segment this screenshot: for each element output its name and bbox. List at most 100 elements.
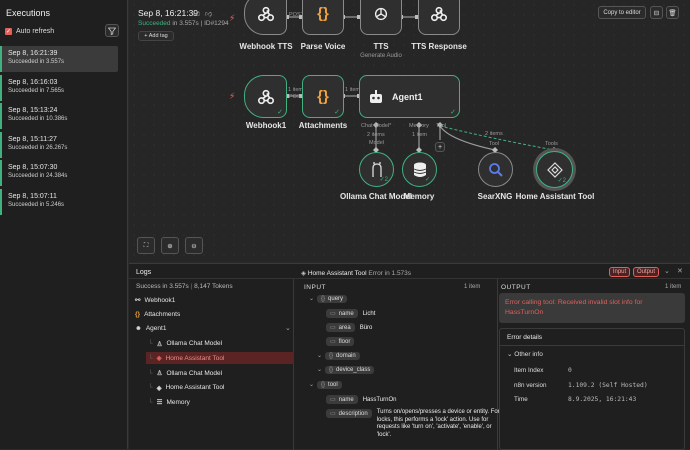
workflow-canvas[interactable]: Sep 8, 16:21:39 👍︎ 👎︎ Succeeded in 3.557… (129, 0, 690, 262)
json-value: Licht (362, 311, 376, 317)
logs-summary: Success in 3.557s | 8,147 Tokens (136, 283, 233, 290)
node-parse-voice[interactable]: {} (302, 0, 344, 35)
node-memory[interactable]: ✓ (402, 152, 437, 187)
json-key: description (338, 411, 368, 417)
home-assistant-icon: ◈ (156, 384, 162, 392)
json-key: query (328, 296, 344, 302)
trigger-bolt-icon: ⚡︎ (229, 13, 236, 23)
json-node[interactable]: ⌄ {} tool (309, 381, 342, 389)
log-entry[interactable]: ☻ Agent1 (135, 325, 166, 332)
node-tts[interactable] (360, 0, 402, 35)
json-node[interactable]: ▭ description Turns on/opens/presses a dev… (326, 409, 505, 439)
json-node[interactable]: ⌄ {} device_class (317, 366, 375, 374)
json-node[interactable]: ▭ name Licht (326, 309, 375, 318)
chevron-down-icon[interactable]: ⌄ (285, 324, 291, 332)
label-home-assistant-tool: Home Assistant Tool (515, 192, 595, 201)
error-details-divider (500, 345, 684, 346)
webhook-icon (257, 6, 274, 21)
log-entry[interactable]: {} Attachments (135, 311, 180, 318)
output-toggle-button[interactable]: Output (633, 267, 659, 277)
edge-tools-label: Tools (545, 141, 558, 147)
label-searxng: SearXNG (477, 192, 513, 201)
json-node[interactable]: ▭ floor (326, 337, 355, 346)
success-check-icon: ✓ (450, 109, 456, 116)
log-entry[interactable]: └ ◈ Home Assistant Tool (146, 352, 294, 365)
execution-item[interactable]: Sep 8, 15:13:24 Succeeded in 10.386s (0, 103, 118, 129)
log-entry[interactable]: └ ◈ Home Assistant Tool (148, 384, 224, 392)
status-indicator (0, 74, 2, 101)
filter-button[interactable] (105, 24, 119, 37)
execution-time: Sep 8, 15:07:30 (8, 164, 58, 171)
add-tool-button[interactable]: + (435, 142, 445, 152)
log-entry[interactable]: ⚯ Webhook1 (135, 296, 176, 305)
status-indicator (0, 46, 2, 72)
logs-header-divider (129, 278, 690, 279)
log-entry[interactable]: └ ♙ Ollama Chat Model (148, 369, 222, 378)
trigger-bolt-icon: ⚡︎ (229, 91, 236, 101)
json-key: name (338, 397, 354, 403)
fit-view-button[interactable]: ⛶ (137, 237, 155, 254)
zoom-in-button[interactable]: ⊕ (161, 237, 179, 254)
robot-icon (370, 89, 382, 103)
logs-success: Success in 3.557s (136, 283, 189, 290)
log-entry-label: Agent1 (145, 325, 167, 333)
execution-time: Sep 8, 15:11:27 (8, 135, 57, 143)
execution-status: Succeeded in 7.565s (8, 87, 65, 94)
execution-item[interactable]: Sep 8, 15:11:27 Succeeded in 26.267s (0, 131, 118, 158)
node-webhook1[interactable]: ✓ (244, 75, 287, 118)
json-value: Büro (359, 325, 373, 331)
status-indicator (0, 103, 2, 129)
success-check-icon: ✓ (277, 109, 283, 116)
node-home-assistant-tool[interactable]: ✓2 (536, 151, 573, 188)
auto-refresh-checkbox[interactable]: ✓ (5, 28, 12, 35)
input-toggle-button[interactable]: Input (609, 267, 630, 277)
log-entry[interactable]: └ ☰ Memory (148, 398, 190, 407)
log-entry-label: Webhook1 (144, 296, 176, 304)
sublabel-tts: Generate Audio (360, 53, 402, 59)
object-icon: {} (321, 296, 326, 302)
other-info-toggle[interactable]: ⌄ Other info (507, 350, 543, 358)
chevron-down-icon: ⌄ (309, 382, 315, 388)
logs-title: Logs (136, 269, 152, 276)
json-node[interactable]: ▭ area Büro (326, 323, 372, 332)
node-tts-response[interactable] (418, 0, 460, 35)
chevron-down-icon: ⌄ (309, 296, 315, 302)
node-ollama-chat-model[interactable]: ✓2 (359, 152, 394, 187)
logs-divider (293, 279, 294, 450)
node-webhook-tts[interactable] (244, 0, 287, 35)
openai-icon (374, 7, 388, 20)
label-memory: Memory (403, 192, 435, 201)
execution-status: Succeeded in 24.384s (8, 173, 68, 179)
json-node[interactable]: ⌄ {} query (309, 295, 348, 303)
execution-status: Succeeded in 3.557s (8, 59, 65, 65)
log-entry[interactable]: └ ♙ Ollama Chat Model (148, 340, 222, 348)
zoom-out-icon: ⊖ (191, 242, 197, 250)
error-details-title: Error details (507, 334, 543, 341)
object-icon: {} (329, 353, 334, 359)
input-header: INPUT (304, 284, 326, 291)
execution-item[interactable]: Sep 8, 15:07:11 Succeeded in 5.246s (0, 188, 118, 215)
edge-item-count: 1 item (412, 132, 427, 138)
port-tool: Tool (436, 123, 447, 129)
logs-tokens: 8,147 Tokens (194, 283, 233, 290)
search-icon (488, 162, 503, 177)
webhook-icon (430, 6, 448, 21)
code-braces-icon: {} (135, 310, 141, 318)
string-icon: ▭ (330, 311, 336, 317)
execution-time: Sep 8, 15:13:24 (8, 107, 58, 114)
node-searxng[interactable] (478, 152, 513, 187)
zoom-out-button[interactable]: ⊖ (185, 237, 203, 254)
zoom-in-icon: ⊕ (167, 242, 173, 250)
node-agent1[interactable]: Agent1 ✓ (359, 75, 460, 118)
collapse-icon[interactable]: ⌄ (664, 267, 670, 275)
json-key: floor (338, 339, 351, 345)
execution-item[interactable]: Sep 8, 16:21:39 Succeeded in 3.557s (0, 46, 118, 72)
logs-panel: Logs Success in 3.557s | 8,147 Tokens ⚯ W… (129, 263, 690, 450)
execution-item[interactable]: Sep 8, 16:16:03 Succeeded in 7.565s (0, 74, 118, 101)
node-attachments[interactable]: {} ✓ (302, 75, 344, 118)
json-node[interactable]: ⌄ {} domain (317, 352, 360, 360)
label-tts: TTS (373, 42, 389, 51)
json-node[interactable]: ▭ name HassTurnOn (326, 395, 396, 404)
close-icon[interactable]: ✕ (677, 267, 683, 275)
execution-item[interactable]: Sep 8, 15:07:30 Succeeded in 24.384s (0, 160, 118, 186)
